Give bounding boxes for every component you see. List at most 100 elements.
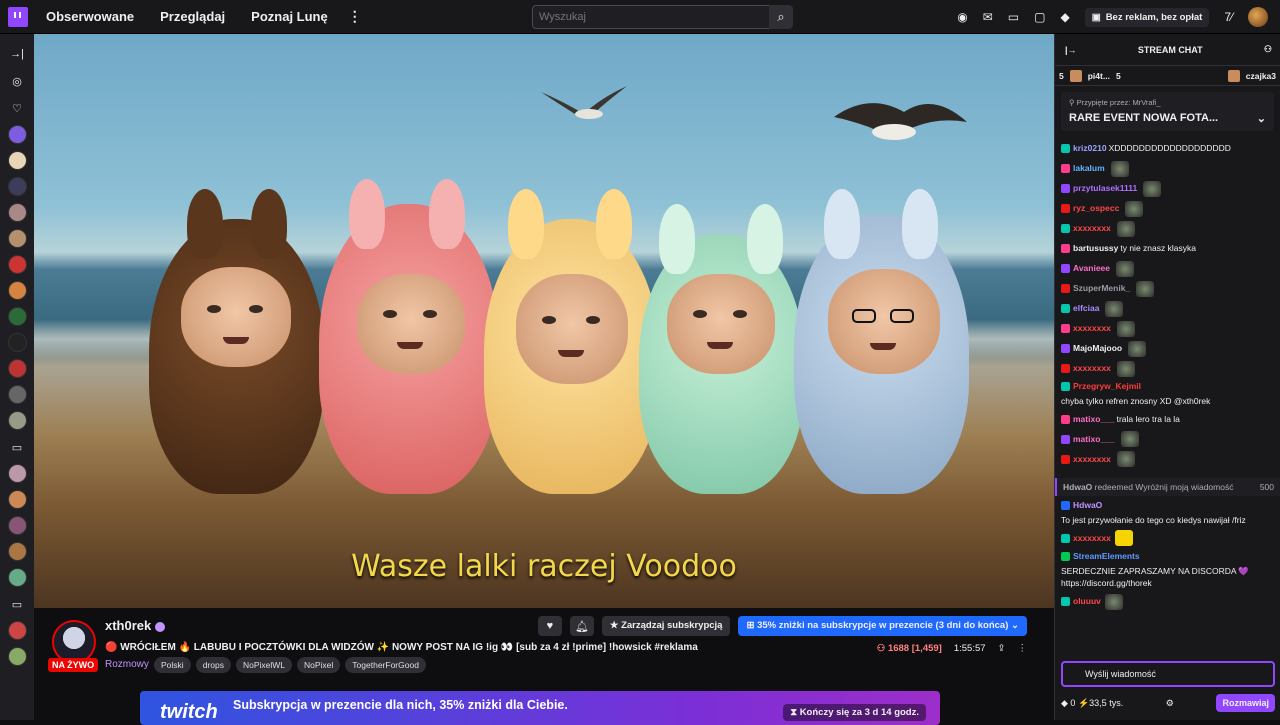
chat-username[interactable]: HdwaO bbox=[1063, 482, 1092, 492]
gift-leaderboard: 5 pi4t... 5 czajka3 bbox=[1055, 66, 1280, 86]
channel-avatar[interactable] bbox=[7, 125, 27, 144]
video-icon[interactable]: ▭ bbox=[12, 594, 22, 614]
expand-sidebar-icon[interactable]: →| bbox=[10, 44, 24, 64]
chat-username[interactable]: xxxxxxxx bbox=[1073, 532, 1111, 545]
manage-sub-label: Zarządzaj subskrypcją bbox=[621, 620, 723, 631]
channel-avatar[interactable] bbox=[7, 542, 27, 561]
inbox-icon[interactable]: ✉ bbox=[983, 10, 993, 24]
channel-avatar[interactable] bbox=[7, 229, 27, 248]
more-options-icon[interactable]: ⋮ bbox=[1018, 643, 1028, 654]
video-player[interactable]: Wasze lalki raczej Voodoo bbox=[34, 34, 1054, 608]
channel-avatar[interactable] bbox=[7, 490, 27, 509]
chat-message: przytulasek1111 bbox=[1061, 180, 1274, 197]
chat-username[interactable]: xxxxxxxx bbox=[1073, 322, 1111, 335]
drops-icon[interactable]: ◉ bbox=[957, 10, 967, 24]
chat-username[interactable]: elfciaa bbox=[1073, 302, 1099, 315]
channel-avatar[interactable] bbox=[7, 177, 27, 196]
chat-username[interactable]: bartusussy bbox=[1073, 242, 1118, 255]
channel-avatar[interactable] bbox=[7, 203, 27, 222]
recommended-icon[interactable]: ◎ bbox=[12, 71, 22, 91]
channel-avatar[interactable] bbox=[7, 647, 27, 666]
share-icon[interactable]: ⇪ bbox=[998, 643, 1006, 654]
tag[interactable]: TogetherForGood bbox=[345, 657, 426, 673]
star-icon: ★ bbox=[609, 620, 622, 631]
nav-following[interactable]: Obserwowane bbox=[46, 9, 134, 24]
channel-avatar[interactable] bbox=[7, 385, 27, 404]
settings-icon[interactable]: ⚙ bbox=[1166, 698, 1174, 709]
channel-avatar[interactable] bbox=[7, 516, 27, 535]
chat-username[interactable]: oluuuv bbox=[1073, 595, 1101, 608]
emote-icon bbox=[1128, 340, 1147, 357]
chat-username[interactable]: matixo___ bbox=[1073, 433, 1115, 446]
channel-avatar[interactable] bbox=[7, 359, 27, 378]
nav-browse[interactable]: Przeglądaj bbox=[160, 9, 225, 24]
channel-avatar[interactable] bbox=[7, 307, 27, 326]
doll-ear bbox=[349, 179, 385, 249]
chat-username[interactable]: xxxxxxxx bbox=[1073, 453, 1111, 466]
emote-icon bbox=[1116, 320, 1135, 337]
chat-username[interactable]: matixo___ bbox=[1073, 413, 1115, 426]
chevron-down-icon[interactable]: ⌄ bbox=[1257, 112, 1266, 125]
channel-avatar[interactable] bbox=[7, 411, 27, 430]
channel-avatar[interactable] bbox=[7, 255, 27, 274]
user-avatar[interactable] bbox=[1248, 7, 1268, 27]
heart-icon[interactable]: ♥ bbox=[537, 616, 562, 636]
chat-input[interactable]: Wyślij wiadomość bbox=[1061, 661, 1275, 687]
gifter-name[interactable]: czajka3 bbox=[1246, 71, 1276, 81]
chat-username[interactable]: przytulasek1111 bbox=[1073, 182, 1137, 195]
search-input[interactable] bbox=[532, 5, 770, 29]
heart-icon[interactable]: ♡ bbox=[12, 98, 22, 118]
nav-meet-luna[interactable]: Poznaj Lunę bbox=[251, 9, 328, 24]
gift-sub-button[interactable]: ⊞ 35% zniżki na subskrypcje w prezencie … bbox=[738, 616, 1027, 636]
gift-count: 5 bbox=[1115, 70, 1121, 81]
gifter-name[interactable]: pi4t... bbox=[1088, 71, 1110, 81]
tag[interactable]: NoPixel bbox=[297, 657, 341, 673]
verified-icon bbox=[155, 621, 166, 632]
banner-text: Subskrypcja w prezencie dla nich, 35% zn… bbox=[233, 698, 568, 712]
manage-sub-button[interactable]: ★ Zarządzaj subskrypcją bbox=[601, 616, 731, 636]
channel-name[interactable]: xth0rek bbox=[105, 618, 166, 633]
whispers-icon[interactable]: ▢ bbox=[1034, 10, 1045, 24]
chat-username[interactable]: lakalum bbox=[1073, 162, 1105, 175]
users-icon[interactable]: ⚇ bbox=[1264, 44, 1272, 55]
bits-icon[interactable]: ◆ bbox=[1060, 10, 1069, 24]
category-link[interactable]: Rozmowy bbox=[105, 659, 149, 670]
chat-username[interactable]: Przegryw_Kejmil bbox=[1073, 380, 1141, 393]
badge-icon bbox=[1061, 551, 1070, 561]
channel-points[interactable]: ◆ 0 ⚡33,5 tys. bbox=[1061, 698, 1123, 709]
no-ads-button[interactable]: ▣ Bez reklam, bez opłat bbox=[1084, 7, 1210, 27]
tag[interactable]: drops bbox=[195, 657, 231, 673]
followed-channels-sidebar: →| ◎ ♡ ▭ ▭ bbox=[0, 34, 34, 720]
pinned-message[interactable]: ⚲ Przypięte przez: MrVrafi_ RARE EVENT N… bbox=[1061, 92, 1274, 131]
chat-username[interactable]: xxxxxxxx bbox=[1073, 222, 1111, 235]
chat-username[interactable]: kriz0210 bbox=[1073, 142, 1107, 155]
badge-icon bbox=[1061, 434, 1070, 444]
twitch-logo-icon[interactable] bbox=[8, 6, 28, 27]
chat-username[interactable]: HdwaO bbox=[1073, 499, 1102, 512]
chat-username[interactable]: StreamElements bbox=[1073, 550, 1140, 563]
turbo-icon[interactable]: 7⁄ bbox=[1224, 10, 1233, 24]
doll-eye bbox=[423, 310, 437, 318]
channel-avatar[interactable] bbox=[7, 281, 27, 300]
search-icon[interactable]: ⌕ bbox=[769, 5, 793, 29]
channel-avatar[interactable] bbox=[7, 464, 27, 483]
chat-username[interactable]: SzuperMenik_ bbox=[1073, 282, 1130, 295]
chat-send-button[interactable]: Rozmawiaj bbox=[1216, 694, 1275, 712]
chat-username[interactable]: MajoMajooo bbox=[1073, 342, 1122, 355]
chat-username[interactable]: Avanieee bbox=[1073, 262, 1110, 275]
collapse-chat-icon[interactable]: |→ bbox=[1065, 45, 1077, 55]
channel-avatar[interactable] bbox=[7, 333, 27, 352]
chat-username[interactable]: xxxxxxxx bbox=[1073, 362, 1111, 375]
channel-avatar[interactable] bbox=[7, 621, 27, 640]
video-icon[interactable]: ▭ bbox=[12, 437, 22, 457]
tag[interactable]: Polski bbox=[154, 657, 191, 673]
tag[interactable]: NoPixelWL bbox=[235, 657, 292, 673]
notifications-icon[interactable]: ▭ bbox=[1008, 10, 1019, 24]
chat-input-placeholder: Wyślij wiadomość bbox=[1085, 669, 1156, 679]
more-icon[interactable]: ⋮ bbox=[348, 8, 362, 25]
channel-avatar[interactable] bbox=[7, 568, 27, 587]
channel-avatar[interactable] bbox=[7, 151, 27, 170]
doll-pink bbox=[319, 179, 499, 494]
chat-username[interactable]: ryz_ospecc bbox=[1073, 202, 1119, 215]
bell-icon[interactable]: 🔔︎ bbox=[569, 616, 594, 636]
